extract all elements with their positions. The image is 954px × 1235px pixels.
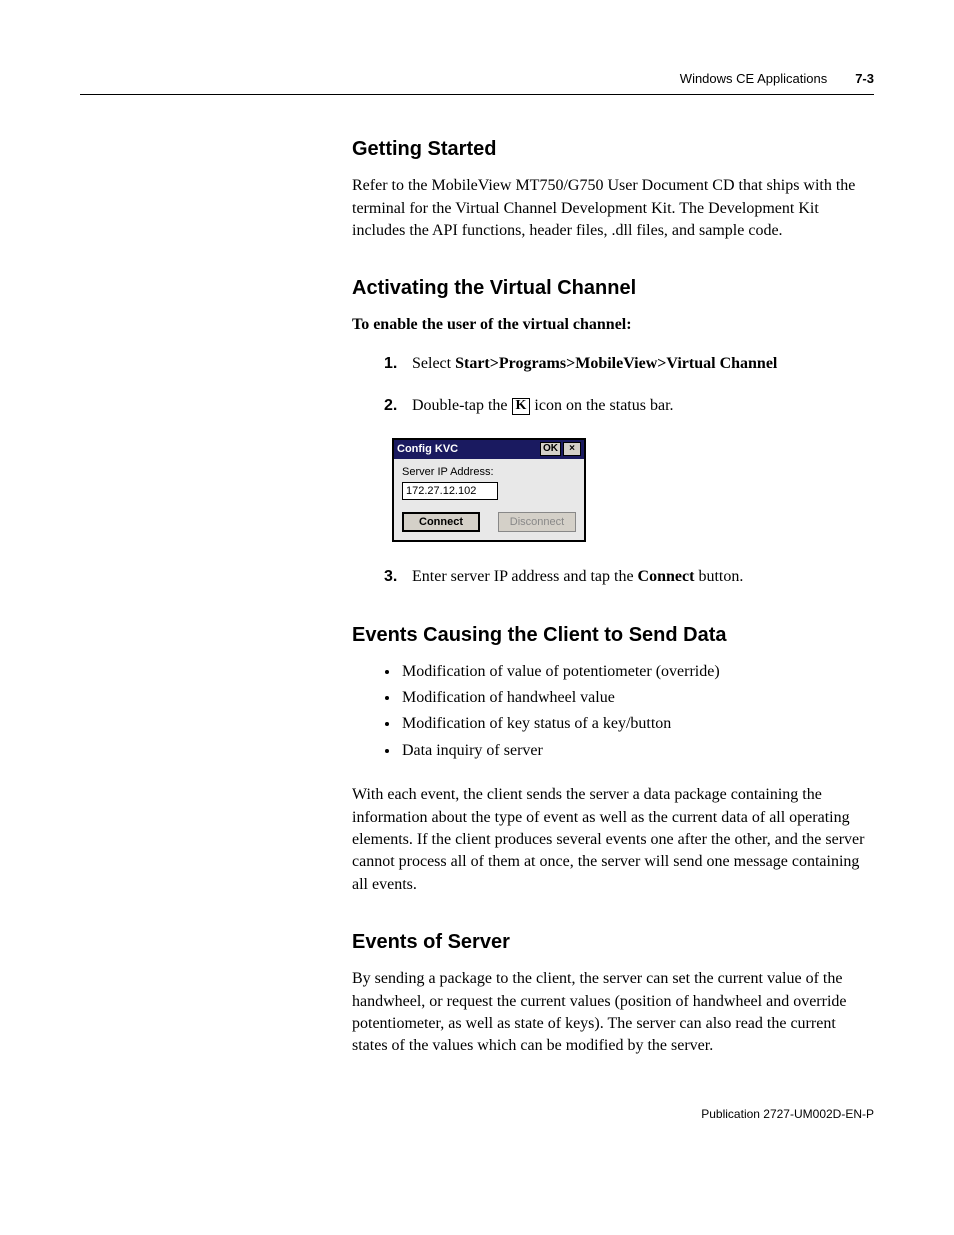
step-3-bold: Connect xyxy=(638,568,695,585)
step-text: Enter server IP address and tap the Conn… xyxy=(412,566,874,588)
step-3-suffix: button. xyxy=(694,568,743,585)
step-number: 3. xyxy=(384,566,406,588)
disconnect-button: Disconnect xyxy=(498,512,576,532)
dialog-body: Server IP Address: 172.27.12.102 Connect… xyxy=(394,459,584,540)
bullet-item: Modification of handwheel value xyxy=(400,687,874,709)
step-text: Double-tap the K icon on the status bar. xyxy=(412,395,874,417)
activating-steps: 1. Select Start>Programs>MobileView>Virt… xyxy=(384,353,874,418)
events-server-body: By sending a package to the client, the … xyxy=(352,968,874,1058)
heading-getting-started: Getting Started xyxy=(352,135,874,163)
dialog-ok-button[interactable]: OK xyxy=(540,442,561,456)
step-1: 1. Select Start>Programs>MobileView>Virt… xyxy=(384,353,874,375)
step-1-prefix: Select xyxy=(412,355,455,372)
heading-events-server: Events of Server xyxy=(352,928,874,956)
events-client-bullets: Modification of value of potentiometer (… xyxy=(400,661,874,763)
ip-address-input[interactable]: 172.27.12.102 xyxy=(402,482,498,500)
heading-activating: Activating the Virtual Channel xyxy=(352,274,874,302)
footer-publication: Publication 2727-UM002D-EN-P xyxy=(80,1106,874,1123)
header-chapter-title: Windows CE Applications xyxy=(680,70,827,88)
events-client-paragraph: With each event, the client sends the se… xyxy=(352,784,874,896)
bullet-item: Modification of key status of a key/butt… xyxy=(400,713,874,735)
heading-events-client: Events Causing the Client to Send Data xyxy=(352,621,874,649)
header-page-number: 7-3 xyxy=(855,70,874,88)
step-number: 2. xyxy=(384,395,406,417)
activating-subheading: To enable the user of the virtual channe… xyxy=(352,314,874,336)
activating-steps-cont: 3. Enter server IP address and tap the C… xyxy=(384,566,874,588)
dialog-titlebar: Config KVC OK × xyxy=(394,440,584,459)
step-text: Select Start>Programs>MobileView>Virtual… xyxy=(412,353,874,375)
step-1-menu-path: Start>Programs>MobileView>Virtual Channe… xyxy=(455,355,777,372)
step-3-prefix: Enter server IP address and tap the xyxy=(412,568,638,585)
dialog-close-button[interactable]: × xyxy=(563,442,581,456)
ip-address-label: Server IP Address: xyxy=(402,465,576,480)
step-number: 1. xyxy=(384,353,406,375)
config-kvc-dialog: Config KVC OK × Server IP Address: 172.2… xyxy=(392,438,586,543)
bullet-item: Modification of value of potentiometer (… xyxy=(400,661,874,683)
k-icon: K xyxy=(512,398,531,415)
step-2-prefix: Double-tap the xyxy=(412,397,512,414)
getting-started-body: Refer to the MobileView MT750/G750 User … xyxy=(352,175,874,242)
connect-button[interactable]: Connect xyxy=(402,512,480,532)
step-3: 3. Enter server IP address and tap the C… xyxy=(384,566,874,588)
bullet-item: Data inquiry of server xyxy=(400,740,874,762)
dialog-title: Config KVC xyxy=(397,442,538,457)
step-2-suffix: icon on the status bar. xyxy=(530,397,673,414)
page-header: Windows CE Applications 7-3 xyxy=(80,70,874,95)
config-kvc-dialog-screenshot: Config KVC OK × Server IP Address: 172.2… xyxy=(392,438,874,543)
step-2: 2. Double-tap the K icon on the status b… xyxy=(384,395,874,417)
